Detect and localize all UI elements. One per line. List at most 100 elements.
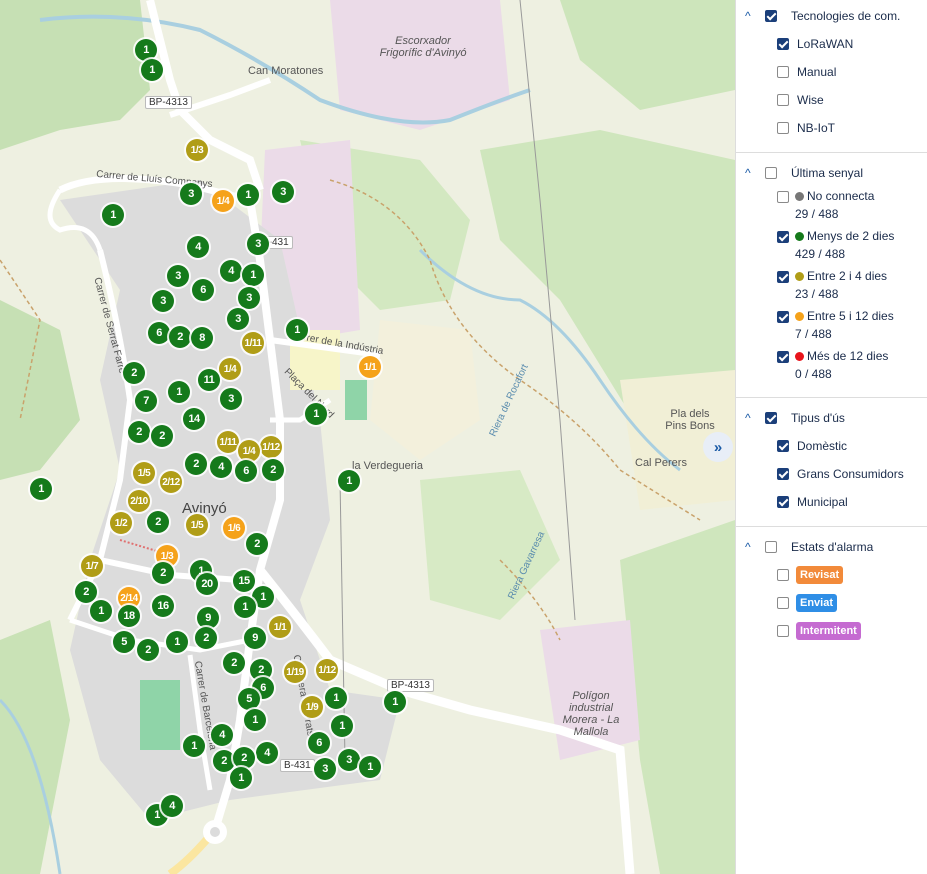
meter-cluster-marker[interactable]: 1/1: [269, 616, 291, 638]
tecnologies-item[interactable]: NB-IoT: [736, 114, 927, 142]
meter-cluster-marker[interactable]: 2: [152, 562, 174, 584]
senyal-item[interactable]: Més de 12 dies 0 / 488: [736, 347, 927, 387]
senyal-item-checkbox[interactable]: [777, 351, 789, 363]
collapse-chevron-icon[interactable]: ^: [745, 541, 755, 553]
meter-cluster-marker[interactable]: 2: [123, 362, 145, 384]
senyal-item[interactable]: Entre 5 i 12 dies 7 / 488: [736, 307, 927, 347]
meter-cluster-marker[interactable]: 2: [137, 639, 159, 661]
meter-cluster-marker[interactable]: 3: [314, 758, 336, 780]
senyal-checkbox[interactable]: [765, 167, 777, 179]
meter-cluster-marker[interactable]: 1/2: [110, 512, 132, 534]
meter-cluster-marker[interactable]: 4: [211, 724, 233, 746]
meter-cluster-marker[interactable]: 1/11: [217, 431, 239, 453]
meter-cluster-marker[interactable]: 3: [272, 181, 294, 203]
meter-cluster-marker[interactable]: 8: [191, 327, 213, 349]
expand-panel-button[interactable]: »: [703, 432, 733, 462]
meter-cluster-marker[interactable]: 2: [169, 326, 191, 348]
meter-cluster-marker[interactable]: 2: [147, 511, 169, 533]
meter-cluster-marker[interactable]: 15: [233, 570, 255, 592]
meter-cluster-marker[interactable]: 3: [247, 233, 269, 255]
meter-cluster-marker[interactable]: 5: [238, 688, 260, 710]
meter-cluster-marker[interactable]: 2: [223, 652, 245, 674]
meter-cluster-marker[interactable]: 1: [338, 470, 360, 492]
tecnologies-item[interactable]: LoRaWAN: [736, 30, 927, 58]
collapse-chevron-icon[interactable]: ^: [745, 412, 755, 424]
tipus-item-checkbox[interactable]: [777, 496, 789, 508]
meter-cluster-marker[interactable]: 1: [244, 709, 266, 731]
tipus-checkbox[interactable]: [765, 412, 777, 424]
collapse-chevron-icon[interactable]: ^: [745, 10, 755, 22]
senyal-item-checkbox[interactable]: [777, 271, 789, 283]
meter-cluster-marker[interactable]: 2: [213, 750, 235, 772]
meter-cluster-marker[interactable]: 16: [152, 595, 174, 617]
alarma-item[interactable]: Enviat: [736, 589, 927, 617]
meter-cluster-marker[interactable]: 1/7: [81, 555, 103, 577]
meter-cluster-marker[interactable]: 1/5: [186, 514, 208, 536]
senyal-item[interactable]: Entre 2 i 4 dies 23 / 488: [736, 267, 927, 307]
meter-cluster-marker[interactable]: 3: [338, 749, 360, 771]
meter-cluster-marker[interactable]: 1: [102, 204, 124, 226]
senyal-item-checkbox[interactable]: [777, 231, 789, 243]
meter-cluster-marker[interactable]: 9: [244, 627, 266, 649]
meter-cluster-marker[interactable]: 4: [210, 456, 232, 478]
tecnologies-item-checkbox[interactable]: [777, 94, 789, 106]
tipus-item[interactable]: Domèstic: [736, 432, 927, 460]
tecnologies-item-checkbox[interactable]: [777, 66, 789, 78]
alarma-item-checkbox[interactable]: [777, 625, 789, 637]
meter-cluster-marker[interactable]: 2: [262, 459, 284, 481]
meter-cluster-marker[interactable]: 6: [148, 322, 170, 344]
meter-cluster-marker[interactable]: 7: [135, 390, 157, 412]
meter-cluster-marker[interactable]: 4: [256, 742, 278, 764]
meter-cluster-marker[interactable]: 1: [237, 184, 259, 206]
meter-cluster-marker[interactable]: 2/10: [128, 490, 150, 512]
meter-cluster-marker[interactable]: 1: [305, 403, 327, 425]
meter-cluster-marker[interactable]: 3: [220, 388, 242, 410]
meter-cluster-marker[interactable]: 20: [196, 573, 218, 595]
meter-cluster-marker[interactable]: 3: [238, 287, 260, 309]
senyal-item-checkbox[interactable]: [777, 191, 789, 203]
meter-cluster-marker[interactable]: 5: [113, 631, 135, 653]
meter-cluster-marker[interactable]: 3: [227, 308, 249, 330]
meter-cluster-marker[interactable]: 1: [168, 381, 190, 403]
meter-cluster-marker[interactable]: 1: [166, 631, 188, 653]
tipus-item[interactable]: Grans Consumidors: [736, 460, 927, 488]
meter-cluster-marker[interactable]: 1: [331, 715, 353, 737]
senyal-item[interactable]: No connecta 29 / 488: [736, 187, 927, 227]
meter-cluster-marker[interactable]: 1: [234, 596, 256, 618]
alarma-item[interactable]: Revisat: [736, 561, 927, 589]
meter-cluster-marker[interactable]: 1/12: [260, 436, 282, 458]
meter-cluster-marker[interactable]: 3: [152, 290, 174, 312]
meter-cluster-marker[interactable]: 1: [141, 59, 163, 81]
meter-cluster-marker[interactable]: 1/9: [301, 696, 323, 718]
meter-cluster-marker[interactable]: 1: [384, 691, 406, 713]
meter-cluster-marker[interactable]: 1: [183, 735, 205, 757]
meter-cluster-marker[interactable]: 1: [90, 600, 112, 622]
meter-cluster-marker[interactable]: 1/3: [186, 139, 208, 161]
senyal-item[interactable]: Menys de 2 dies 429 / 488: [736, 227, 927, 267]
meter-cluster-marker[interactable]: 1: [242, 264, 264, 286]
meter-cluster-marker[interactable]: 1/4: [212, 190, 234, 212]
meter-cluster-marker[interactable]: 18: [118, 605, 140, 627]
meter-cluster-marker[interactable]: 1/5: [133, 462, 155, 484]
meter-cluster-marker[interactable]: 4: [187, 236, 209, 258]
meter-cluster-marker[interactable]: 2: [185, 453, 207, 475]
meter-cluster-marker[interactable]: 1: [135, 39, 157, 61]
meter-cluster-marker[interactable]: 3: [180, 183, 202, 205]
meter-cluster-marker[interactable]: 1/19: [284, 661, 306, 683]
meter-cluster-marker[interactable]: 1/1: [359, 356, 381, 378]
meter-cluster-marker[interactable]: 9: [197, 607, 219, 629]
meter-cluster-marker[interactable]: 14: [183, 408, 205, 430]
meter-cluster-marker[interactable]: 4: [220, 260, 242, 282]
meter-cluster-marker[interactable]: 1: [286, 319, 308, 341]
meter-cluster-marker[interactable]: 2: [75, 581, 97, 603]
alarma-checkbox[interactable]: [765, 541, 777, 553]
meter-cluster-marker[interactable]: 2: [128, 421, 150, 443]
senyal-item-checkbox[interactable]: [777, 311, 789, 323]
alarma-item[interactable]: Intermitent: [736, 617, 927, 645]
tecnologies-item-checkbox[interactable]: [777, 122, 789, 134]
meter-cluster-marker[interactable]: 2: [195, 627, 217, 649]
tecnologies-item-checkbox[interactable]: [777, 38, 789, 50]
collapse-chevron-icon[interactable]: ^: [745, 167, 755, 179]
meter-cluster-marker[interactable]: 2: [246, 533, 268, 555]
meter-cluster-marker[interactable]: 2: [233, 747, 255, 769]
